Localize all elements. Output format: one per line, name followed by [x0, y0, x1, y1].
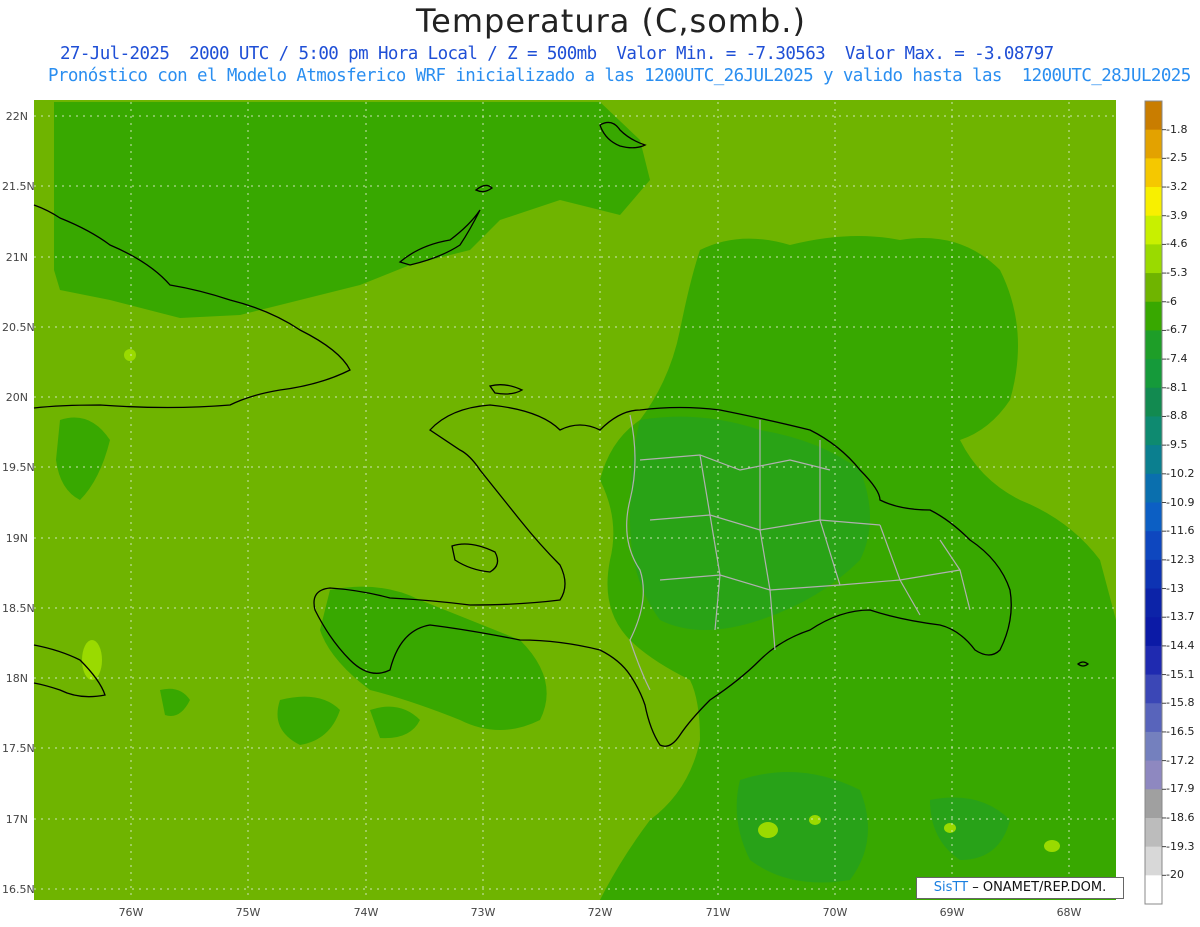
- color-scale-swatch: [1145, 187, 1162, 217]
- lon-label: 71W: [705, 906, 731, 919]
- color-scale-label: -11.6: [1166, 524, 1195, 538]
- lat-label: 21.5N: [2, 180, 35, 193]
- lat-label: 16.5N: [2, 883, 35, 896]
- lat-label: 20N: [5, 391, 28, 404]
- lat-label: 20.5N: [2, 321, 35, 334]
- color-scale-label: -18.6: [1166, 810, 1195, 824]
- lat-label: 17N: [5, 813, 28, 826]
- color-scale-label: -17.2: [1166, 753, 1195, 767]
- color-scale-label: -10.9: [1166, 495, 1195, 509]
- color-scale-swatch: [1145, 473, 1162, 503]
- color-scale-swatch: [1145, 817, 1162, 848]
- color-scale-label: -19.3: [1166, 839, 1195, 853]
- color-scale-swatch: [1145, 359, 1162, 389]
- credit-brand: SisTT: [933, 880, 969, 895]
- lon-label: 72W: [587, 906, 613, 919]
- lat-label: 17.5N: [2, 742, 35, 755]
- color-scale: [1144, 100, 1166, 905]
- lon-label: 75W: [235, 906, 261, 919]
- color-scale-swatch: [1145, 531, 1162, 561]
- color-scale-swatch: [1145, 273, 1162, 303]
- lat-label: 21N: [5, 251, 28, 264]
- color-scale-label: -16.5: [1166, 724, 1195, 738]
- color-scale-label: -10.2: [1166, 466, 1195, 480]
- color-scale-swatch: [1145, 703, 1162, 733]
- color-scale-swatch: [1145, 617, 1162, 647]
- color-scale-swatch: [1145, 129, 1162, 159]
- color-scale-label: -8.8: [1166, 409, 1188, 423]
- color-scale-label: -3.9: [1166, 208, 1188, 222]
- lon-label: 69W: [939, 906, 965, 919]
- color-scale-swatch: [1145, 101, 1162, 131]
- color-scale-label: -13: [1166, 581, 1184, 595]
- color-scale-swatch: [1145, 445, 1162, 475]
- lat-label: 18.5N: [2, 602, 35, 615]
- color-scale-label: -9.5: [1166, 438, 1188, 452]
- color-scale-swatch: [1145, 731, 1162, 762]
- color-scale-label: -15.8: [1166, 696, 1195, 710]
- color-scale-label: -3.2: [1166, 180, 1188, 194]
- color-scale-swatch: [1145, 559, 1162, 590]
- color-scale-swatch: [1145, 789, 1162, 819]
- color-scale-swatch: [1145, 846, 1162, 876]
- color-scale-label: -17.9: [1166, 782, 1195, 796]
- credit-text: – ONAMET/REP.DOM.: [972, 880, 1107, 895]
- color-scale-label: -8.1: [1166, 380, 1188, 394]
- color-scale-swatch: [1145, 674, 1162, 704]
- lat-label: 18N: [5, 672, 28, 685]
- color-scale-swatch: [1145, 244, 1162, 274]
- color-scale-swatch: [1145, 215, 1162, 245]
- color-scale-label: -13.7: [1166, 610, 1195, 624]
- color-scale-label: -6: [1166, 294, 1177, 308]
- color-scale-label: -1.8: [1166, 122, 1188, 136]
- color-scale-swatch: [1145, 416, 1162, 446]
- color-scale-swatch: [1145, 645, 1162, 676]
- color-scale-label: -12.3: [1166, 552, 1195, 566]
- color-scale-swatch: [1145, 588, 1162, 618]
- color-scale-swatch: [1145, 158, 1162, 188]
- color-scale-label: -20: [1166, 868, 1184, 882]
- lat-label: 22N: [5, 110, 28, 123]
- color-scale-label: -14.4: [1166, 638, 1195, 652]
- lat-label: 19N: [5, 532, 28, 545]
- color-scale-swatch: [1145, 330, 1162, 360]
- lon-label: 68W: [1056, 906, 1082, 919]
- color-scale-swatch: [1145, 387, 1162, 417]
- color-scale-label: -2.5: [1166, 151, 1188, 165]
- color-scale-label: -4.6: [1166, 237, 1188, 251]
- color-scale-label: -6.7: [1166, 323, 1188, 337]
- color-scale-swatch: [1145, 760, 1162, 790]
- forecast-map: [33, 100, 1166, 905]
- color-scale-swatch: [1145, 301, 1162, 331]
- color-scale-swatch: [1145, 875, 1162, 905]
- lon-label: 73W: [470, 906, 496, 919]
- lon-label: 70W: [822, 906, 848, 919]
- lat-label: 19.5N: [2, 461, 35, 474]
- color-scale-label: -5.3: [1166, 266, 1188, 280]
- lon-label: 74W: [353, 906, 379, 919]
- lon-label: 76W: [118, 906, 144, 919]
- color-scale-label: -15.1: [1166, 667, 1195, 681]
- credit-box: SisTT – ONAMET/REP.DOM.: [916, 877, 1124, 899]
- color-scale-swatch: [1145, 502, 1162, 532]
- color-scale-label: -7.4: [1166, 352, 1188, 366]
